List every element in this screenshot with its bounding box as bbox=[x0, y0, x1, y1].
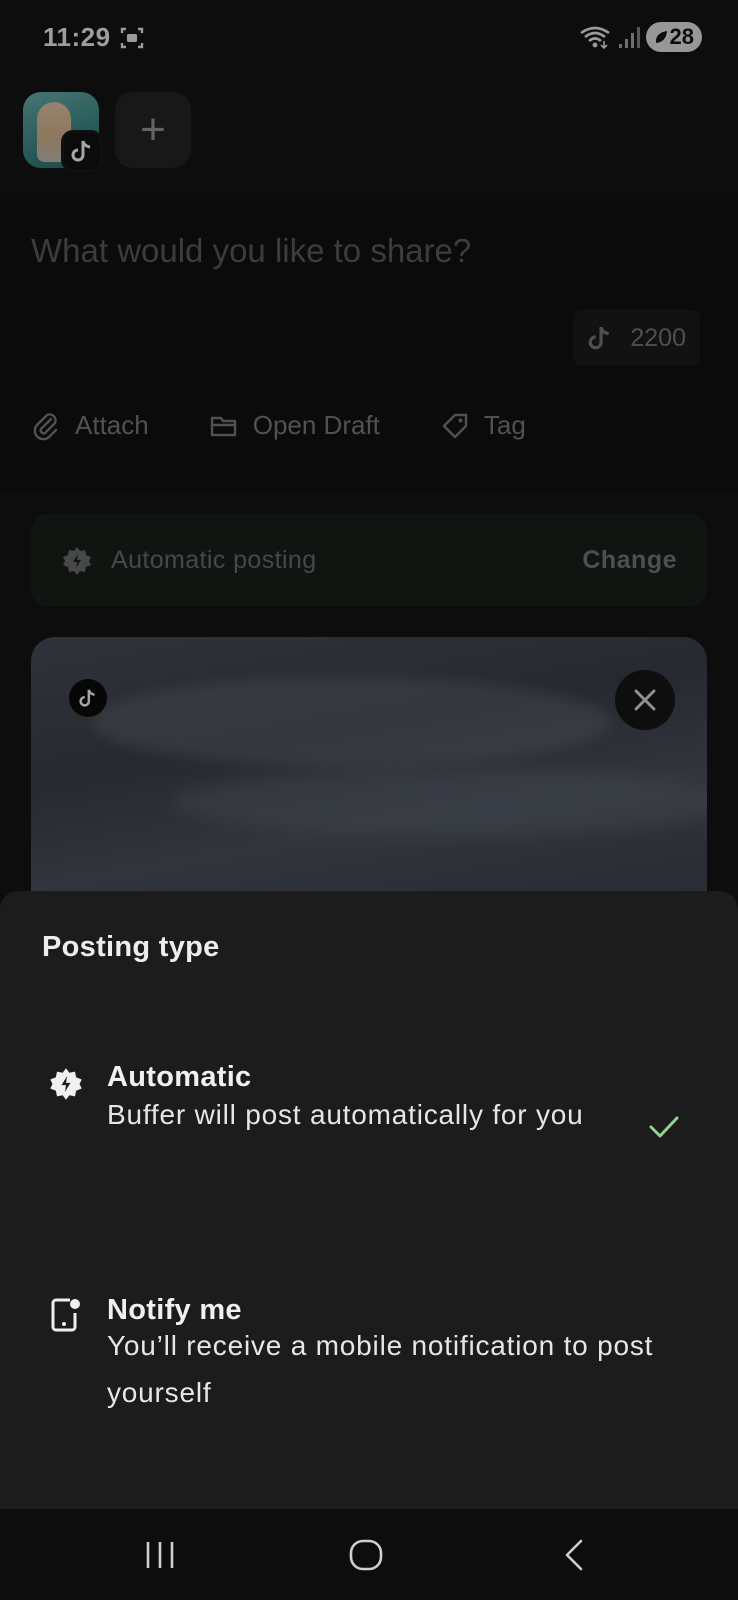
system-nav-bar bbox=[0, 1509, 738, 1600]
sheet-title: Posting type bbox=[42, 931, 220, 963]
back-icon bbox=[565, 1539, 583, 1570]
recents-button[interactable] bbox=[100, 1509, 220, 1600]
sparkle-badge-icon bbox=[50, 1068, 82, 1100]
option-automatic-description: Buffer will post automatically for you bbox=[107, 1099, 584, 1130]
option-notify-me-description: You’ll receive a mobile notification to … bbox=[107, 1330, 654, 1408]
checkmark-icon bbox=[649, 1116, 679, 1138]
home-icon bbox=[349, 1539, 383, 1570]
home-button[interactable] bbox=[306, 1509, 426, 1600]
option-automatic[interactable]: Automatic Buffer will post automatically… bbox=[0, 1061, 738, 1221]
option-automatic-title: Automatic bbox=[107, 1061, 252, 1093]
back-button[interactable] bbox=[514, 1509, 634, 1600]
posting-type-sheet: Posting type Automatic Buffer will post … bbox=[0, 891, 738, 1509]
option-notify-me[interactable]: Notify me You’ll receive a mobile notifi… bbox=[0, 1294, 738, 1454]
recents-icon bbox=[146, 1541, 174, 1568]
phone-notification-icon bbox=[51, 1298, 80, 1332]
